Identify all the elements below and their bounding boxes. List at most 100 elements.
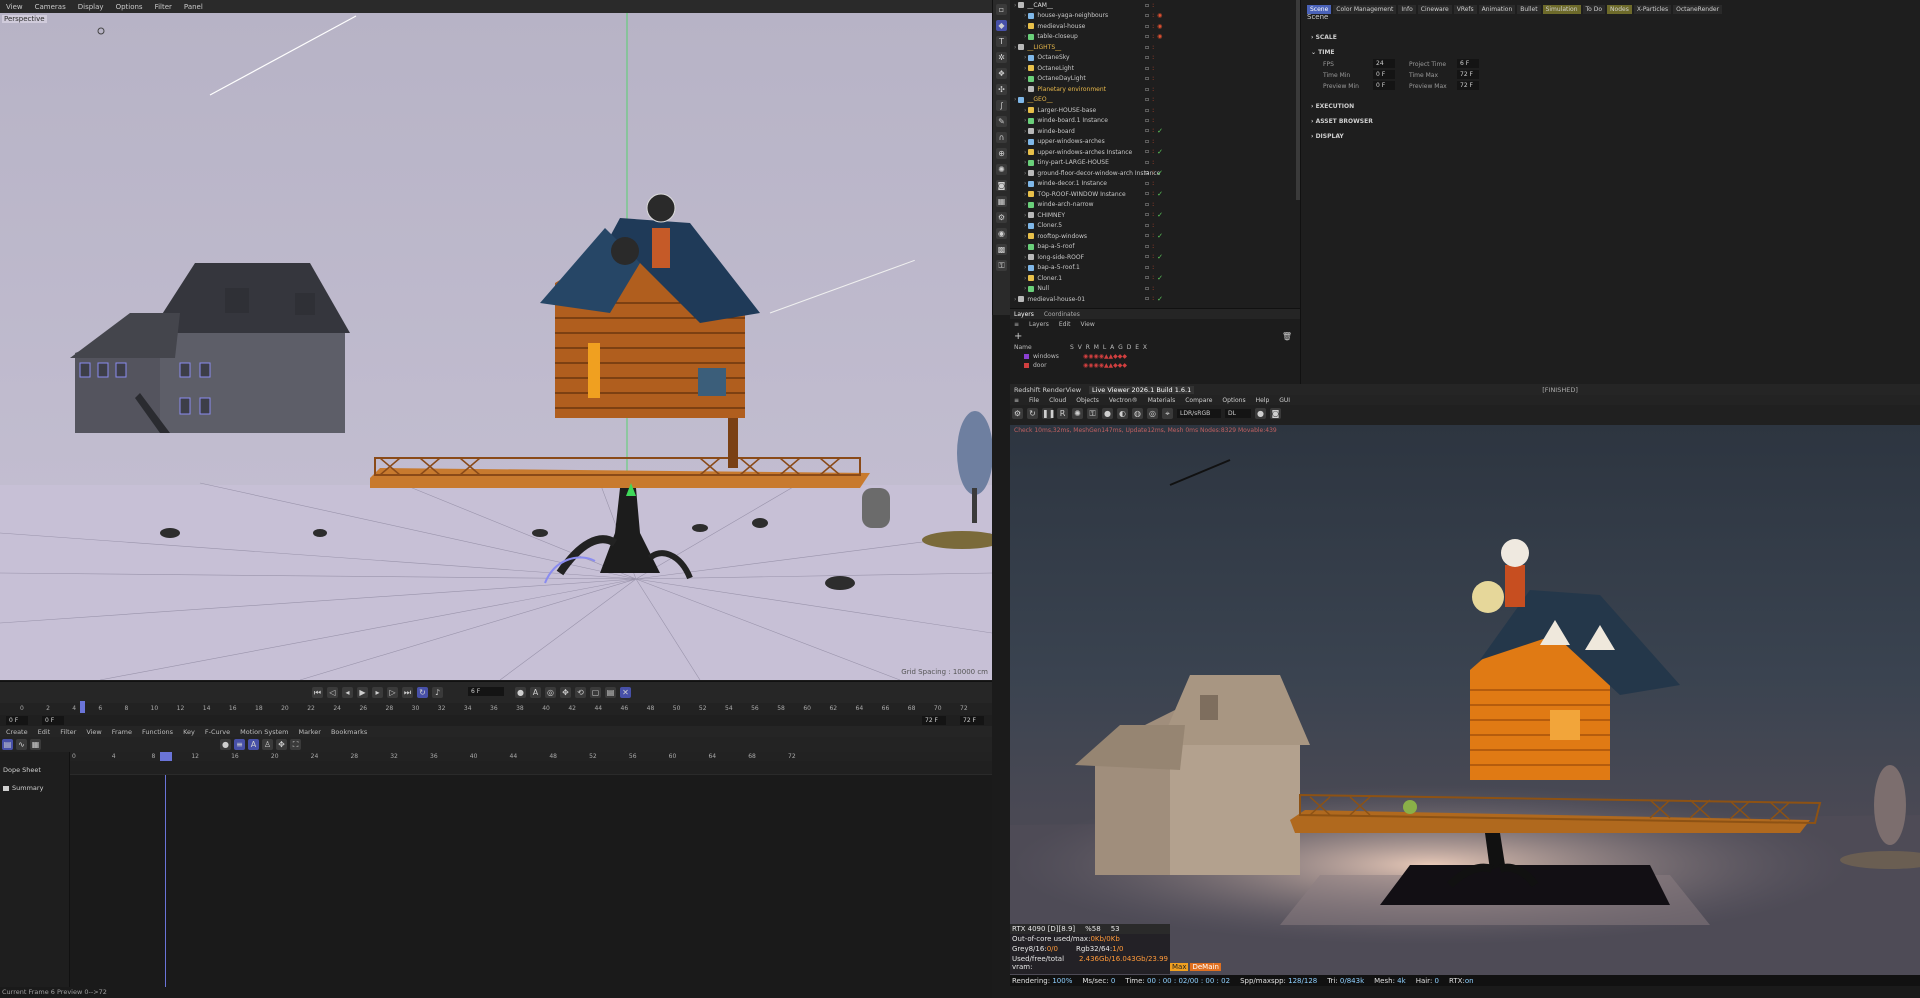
- dopesheet-menu-item[interactable]: Frame: [112, 728, 132, 736]
- timeline-ruler[interactable]: 0 2 4 6 8 10 12 14 16 18 20 22 24 26 28 30 32 34 36 38 40 42 4…: [0, 703, 992, 715]
- render-menu-item[interactable]: Objects: [1076, 397, 1099, 404]
- layer-icon[interactable]: ▫: [1145, 138, 1149, 145]
- object-row[interactable]: › winde-arch-narrow ▫:: [1010, 200, 1300, 211]
- dopesheet-mode-icon[interactable]: ▤: [2, 739, 13, 750]
- render-menu-item[interactable]: Materials: [1148, 397, 1176, 404]
- expand-icon[interactable]: ›: [1024, 275, 1026, 282]
- expand-icon[interactable]: ›: [1024, 254, 1026, 261]
- camera-tag-icon[interactable]: ◉: [1157, 23, 1162, 30]
- layer-icon[interactable]: ▫: [1145, 54, 1149, 61]
- current-frame-field[interactable]: 6 F: [468, 687, 504, 696]
- object-row[interactable]: › __GEO__ ▫:: [1010, 95, 1300, 106]
- object-row[interactable]: › winde-board.1 Instance ▫:: [1010, 116, 1300, 127]
- visibility-dots-icon[interactable]: :: [1152, 232, 1154, 240]
- visibility-dots-icon[interactable]: :: [1152, 295, 1154, 303]
- viewport-menu-item[interactable]: Cameras: [35, 3, 66, 11]
- list-icon[interactable]: ≡: [234, 739, 245, 750]
- enabled-check-icon[interactable]: ✓: [1157, 253, 1163, 261]
- visibility-dots-icon[interactable]: :: [1152, 107, 1154, 114]
- visibility-dots-icon[interactable]: :: [1152, 33, 1154, 40]
- visibility-dots-icon[interactable]: :: [1152, 75, 1154, 82]
- visibility-dots-icon[interactable]: :: [1152, 117, 1154, 124]
- tab-live-viewer[interactable]: Live Viewer 2026.1 Build 1.6.1: [1089, 385, 1195, 394]
- visibility-dots-icon[interactable]: :: [1152, 96, 1154, 103]
- dopesheet-menu-item[interactable]: Create: [6, 728, 28, 736]
- visibility-dots-icon[interactable]: :: [1152, 148, 1154, 156]
- attribute-tab[interactable]: Animation: [1478, 5, 1516, 14]
- select-icon[interactable]: ▫: [996, 4, 1007, 15]
- snap-icon[interactable]: ⊕: [996, 148, 1007, 159]
- expand-icon[interactable]: ›: [1024, 86, 1026, 93]
- layer-icon[interactable]: ▫: [1145, 33, 1149, 40]
- object-row[interactable]: › medieval-house ▫: ◉: [1010, 21, 1300, 32]
- layer-icon[interactable]: ▫: [1145, 211, 1149, 219]
- visibility-dots-icon[interactable]: :: [1152, 159, 1154, 166]
- preview-min-field[interactable]: 0 F: [1373, 81, 1395, 90]
- dopesheet-playhead-handle[interactable]: [160, 752, 172, 761]
- visibility-dots-icon[interactable]: :: [1152, 264, 1154, 271]
- magnet-icon[interactable]: ∩: [996, 132, 1007, 143]
- object-row[interactable]: › __LIGHTS__ ▫:: [1010, 42, 1300, 53]
- loop-button[interactable]: ↻: [417, 687, 428, 698]
- expand-icon[interactable]: ›: [1024, 243, 1026, 250]
- time-max-field[interactable]: 72 F: [1457, 70, 1479, 79]
- scale-key-button[interactable]: ▢: [590, 687, 601, 698]
- layers-menu-item[interactable]: Layers: [1029, 321, 1049, 328]
- object-row[interactable]: › medieval-house-01 ▫: ✓: [1010, 294, 1300, 305]
- layer-icon[interactable]: ▫: [1145, 2, 1149, 9]
- render-menu-item[interactable]: Help: [1256, 397, 1270, 404]
- attribute-tab[interactable]: Simulation: [1542, 5, 1581, 14]
- autokey-button[interactable]: A: [530, 687, 541, 698]
- layer-icon[interactable]: ▫: [1145, 264, 1149, 271]
- render-preview[interactable]: Check 10ms,32ms, MeshGen147ms, Update12m…: [1010, 425, 1920, 980]
- layer-icon[interactable]: ▫: [1145, 44, 1149, 51]
- perspective-viewport[interactable]: View Cameras Display Options Filter Pane…: [0, 0, 992, 680]
- attribute-tab[interactable]: Cineware: [1417, 5, 1452, 14]
- expand-icon[interactable]: ›: [1024, 149, 1026, 156]
- scene-icon[interactable]: ▦: [996, 196, 1007, 207]
- object-row[interactable]: › bap-a-5-roof.1 ▫:: [1010, 263, 1300, 274]
- move-icon[interactable]: ✥: [276, 739, 287, 750]
- send-scene-icon[interactable]: ⚙: [1012, 408, 1023, 419]
- material-icon[interactable]: ◐: [1117, 408, 1128, 419]
- pause-icon[interactable]: ❚❚: [1042, 408, 1055, 419]
- field-icon[interactable]: ✣: [996, 84, 1007, 95]
- sphere-icon[interactable]: ●: [1102, 408, 1113, 419]
- dopesheet-menu-item[interactable]: Motion System: [240, 728, 288, 736]
- layer-icon[interactable]: ▫: [1145, 295, 1149, 303]
- attribute-tab[interactable]: To Do: [1582, 5, 1606, 14]
- dopesheet-menu-item[interactable]: Bookmarks: [331, 728, 367, 736]
- expand-icon[interactable]: ›: [1024, 54, 1026, 61]
- expand-icon[interactable]: ›: [1014, 96, 1016, 103]
- object-row[interactable]: › ground-floor-decor-window-arch Instance…: [1010, 168, 1300, 179]
- visibility-dots-icon[interactable]: :: [1152, 285, 1154, 292]
- viewport-menu-item[interactable]: Display: [78, 3, 104, 11]
- attribute-tab[interactable]: Info: [1398, 5, 1416, 14]
- expand-icon[interactable]: ›: [1024, 33, 1026, 40]
- object-row[interactable]: › OctaneLight ▫:: [1010, 63, 1300, 74]
- dopesheet-menu-item[interactable]: View: [86, 728, 101, 736]
- visibility-dots-icon[interactable]: :: [1152, 201, 1154, 208]
- camera-tag-icon[interactable]: ◉: [1157, 33, 1162, 40]
- color-mode-select[interactable]: LDR/sRGB: [1177, 409, 1221, 418]
- prev-key-button[interactable]: ◁: [327, 687, 338, 698]
- hamburger-icon[interactable]: ≡: [1014, 397, 1019, 404]
- expand-icon[interactable]: ›: [1024, 191, 1026, 198]
- layer-icon[interactable]: ▫: [1145, 75, 1149, 82]
- expand-icon[interactable]: ›: [1024, 180, 1026, 187]
- visibility-dots-icon[interactable]: :: [1152, 138, 1154, 145]
- sphere-icon[interactable]: ●: [220, 739, 231, 750]
- next-frame-button[interactable]: ▸: [372, 687, 383, 698]
- expand-icon[interactable]: ›: [1024, 212, 1026, 219]
- attribute-tab[interactable]: X-Particles: [1633, 5, 1672, 14]
- visibility-dots-icon[interactable]: :: [1152, 65, 1154, 72]
- auto-icon[interactable]: A: [248, 739, 259, 750]
- object-row[interactable]: › long-side-ROOF ▫: ✓: [1010, 252, 1300, 263]
- object-row[interactable]: › upper-windows-arches Instance ▫: ✓: [1010, 147, 1300, 158]
- object-row[interactable]: › upper-windows-arches ▫:: [1010, 137, 1300, 148]
- object-row[interactable]: › bap-a-5-roof ▫:: [1010, 242, 1300, 253]
- visibility-dots-icon[interactable]: :: [1152, 2, 1154, 9]
- settings-icon[interactable]: ✺: [1072, 408, 1083, 419]
- expand-icon[interactable]: ›: [1024, 117, 1026, 124]
- object-row[interactable]: › table-closeup ▫: ◉: [1010, 32, 1300, 43]
